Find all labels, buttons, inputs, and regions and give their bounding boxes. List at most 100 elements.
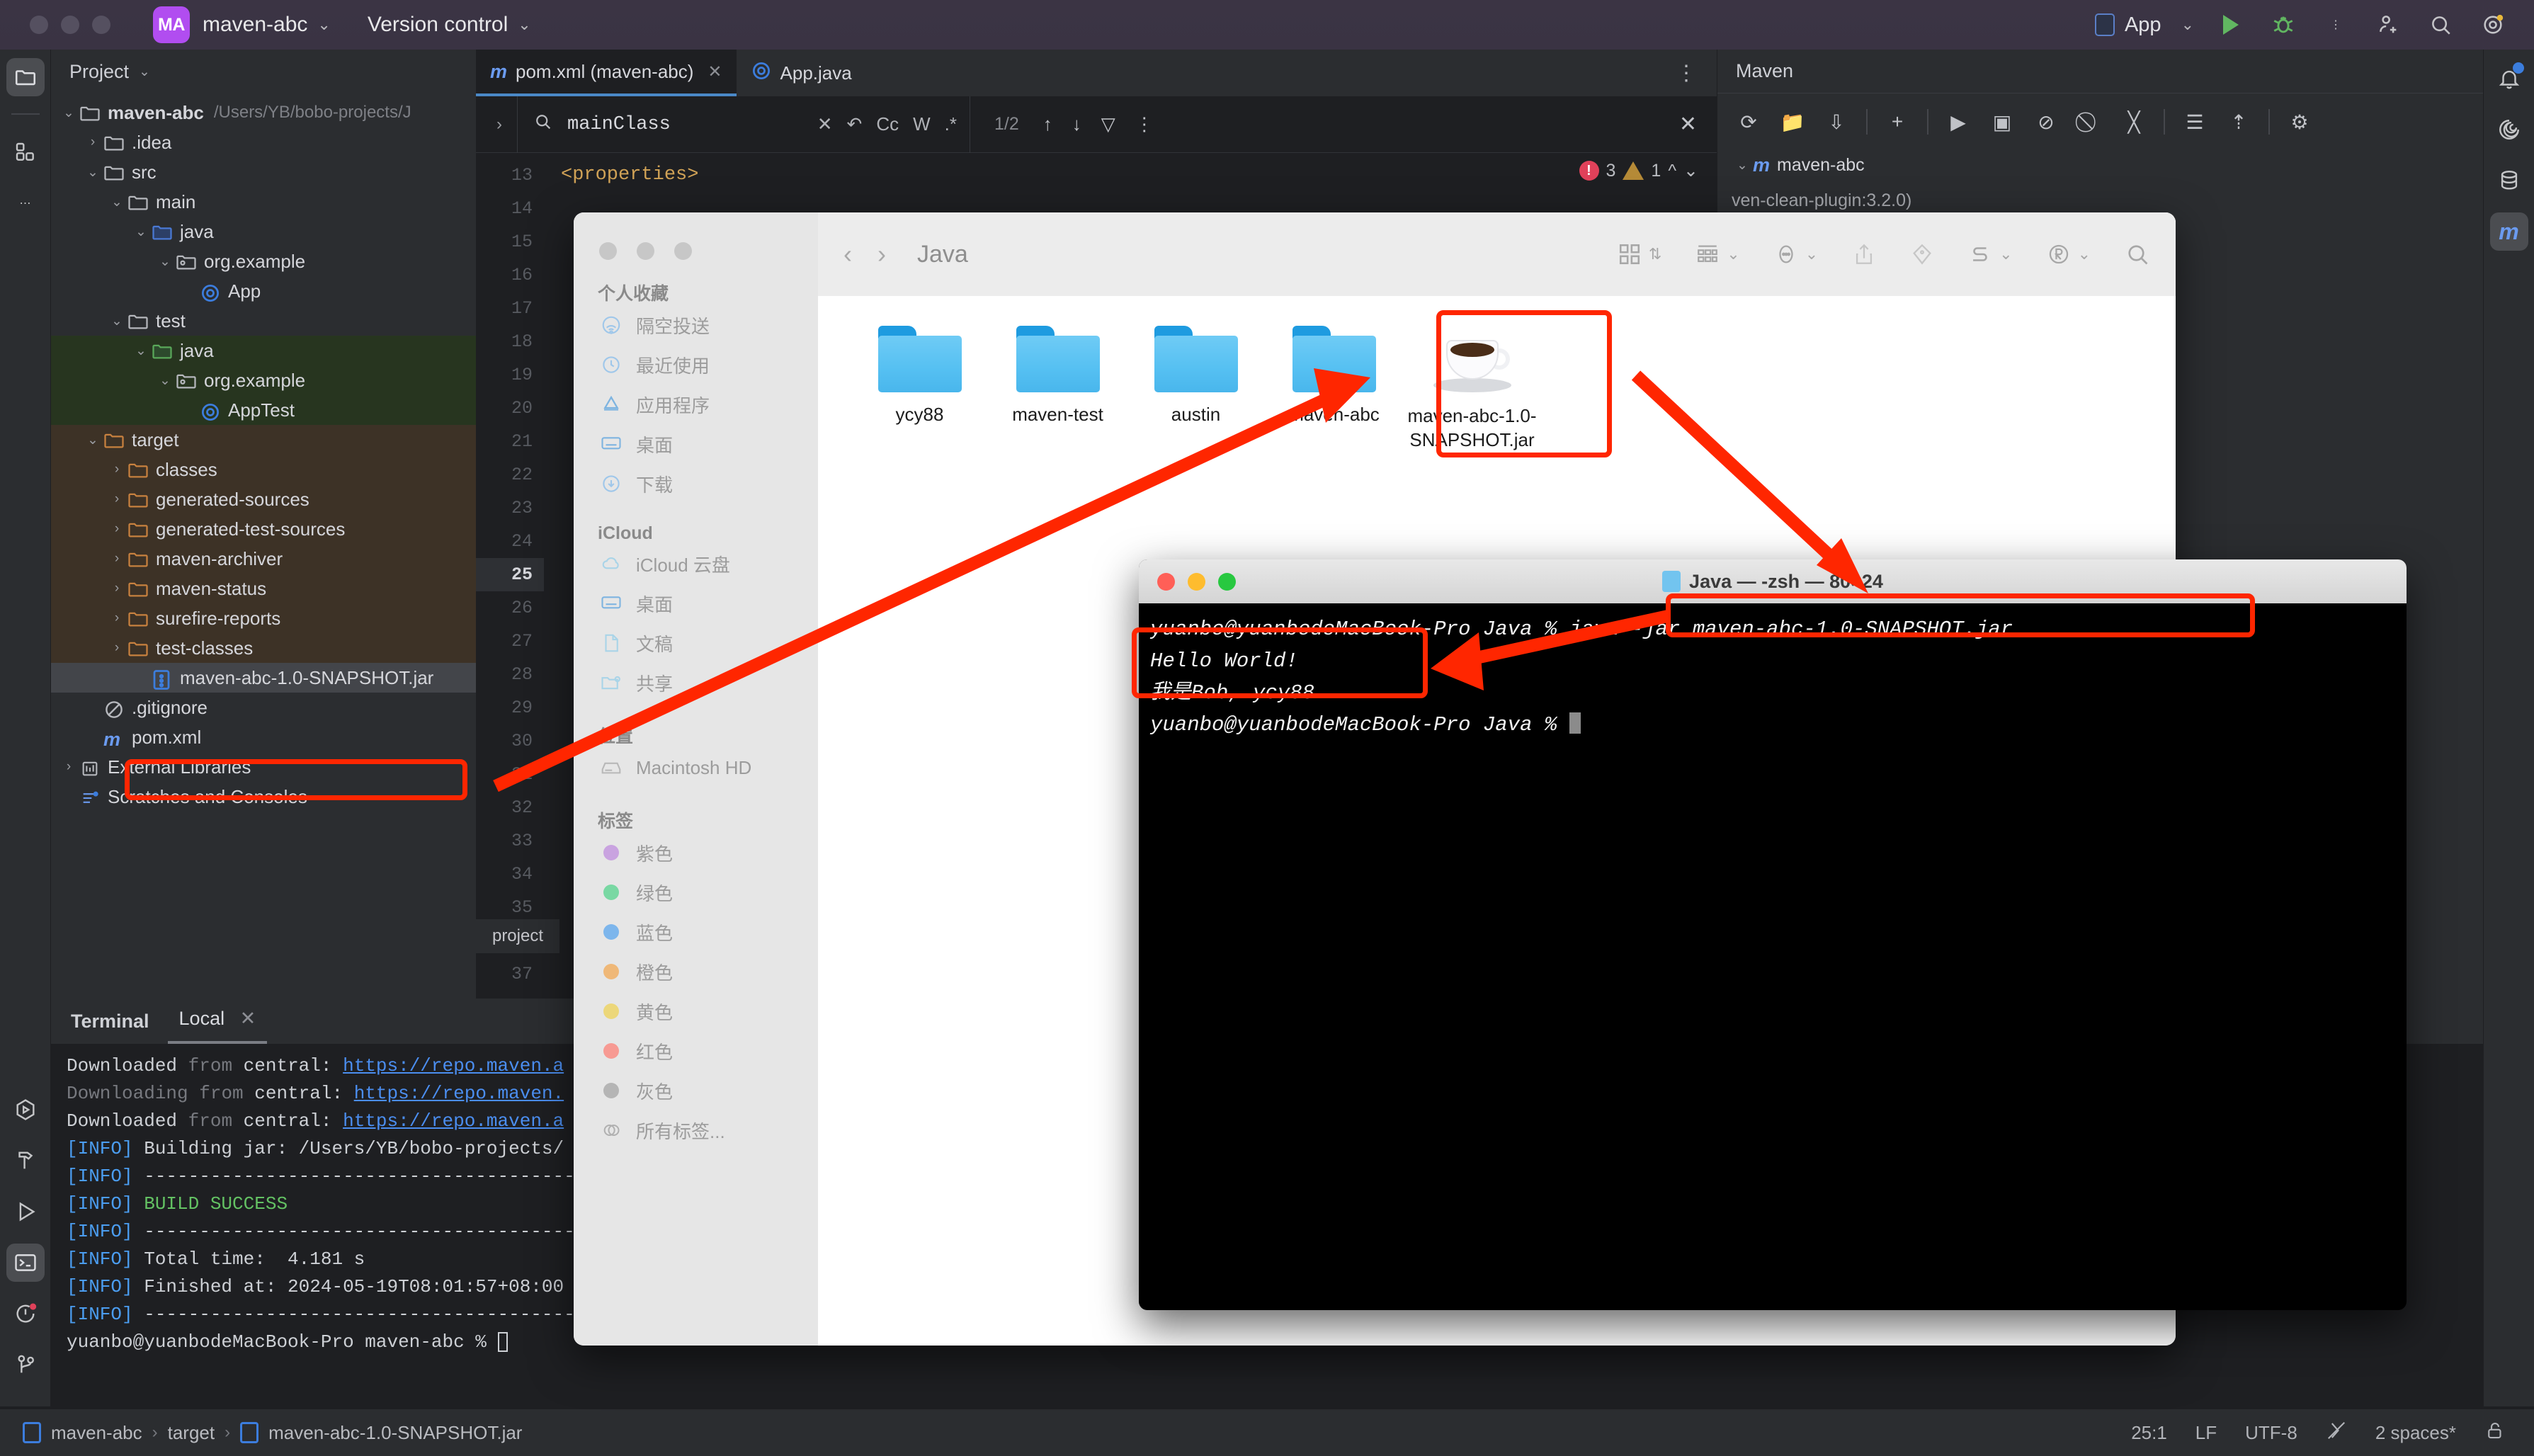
sidebar-item-services[interactable] xyxy=(6,1091,45,1129)
tree-item-org-example[interactable]: ⌄ org.example xyxy=(51,246,476,276)
chevron-down-icon[interactable]: ⌄ xyxy=(106,194,127,210)
tree-item-java[interactable]: ⌄ java xyxy=(51,336,476,365)
finder-sidebar-item-蓝色[interactable]: 蓝色 xyxy=(574,912,818,952)
reload-project-icon[interactable]: 📁 xyxy=(1778,108,1807,136)
chevron-down-icon[interactable]: ⌄ xyxy=(106,313,127,329)
maximize-window-button[interactable] xyxy=(92,16,110,34)
project-name-label[interactable]: maven-abc xyxy=(203,13,307,37)
maven-settings-gear-icon[interactable]: ⚙ xyxy=(2285,108,2314,136)
chevron-right-icon[interactable]: › xyxy=(106,462,127,477)
tree-item-generated-test-sources[interactable]: › generated-test-sources xyxy=(51,514,476,544)
maven-root-node[interactable]: ⌄ m maven-abc xyxy=(1732,150,2483,180)
toggle-offline-icon[interactable]: ⊘ xyxy=(2032,108,2060,136)
close-window-button[interactable] xyxy=(30,16,48,34)
more-actions-icon[interactable]: ⋮ xyxy=(2320,9,2351,40)
settings-gear-icon[interactable] xyxy=(2477,9,2509,40)
sidebar-item-terminal[interactable] xyxy=(6,1244,45,1282)
terminal-segment[interactable]: https://repo.maven.a xyxy=(343,1110,564,1132)
regex-wrap-icon[interactable]: ↶ xyxy=(847,113,863,135)
chevron-right-icon[interactable]: › xyxy=(106,610,127,626)
skip-tests-icon[interactable]: ⃠ xyxy=(2076,108,2104,136)
maven-tool-icon[interactable]: m xyxy=(2489,212,2528,251)
line-separator[interactable]: LF xyxy=(2195,1422,2217,1444)
edit-actions-icon[interactable]: ⌄ xyxy=(1968,242,2013,266)
chevron-down-icon[interactable]: ⌄ xyxy=(154,372,176,389)
finder-item-maven-abc-1-0-snapshot-jar[interactable]: maven-abc-1.0- SNAPSHOT.jar xyxy=(1403,326,1541,452)
breadcrumb[interactable]: maven-abc › target › maven-abc-1.0-SNAPS… xyxy=(23,1422,522,1444)
download-sources-icon[interactable]: ⇩ xyxy=(1822,108,1851,136)
close-icon[interactable]: ✕ xyxy=(240,1008,256,1029)
window-traffic-lights[interactable] xyxy=(30,16,110,34)
tree-item-surefire-reports[interactable]: › surefire-reports xyxy=(51,603,476,633)
finder-sidebar-item-灰色[interactable]: 灰色 xyxy=(574,1071,818,1110)
view-group-icon[interactable]: ⌄ xyxy=(1695,242,1740,266)
editor-tab-app-java[interactable]: App.java xyxy=(737,50,866,96)
filter-icon[interactable]: ▽ xyxy=(1101,113,1115,135)
finder-sidebar-item-下载[interactable]: 下载 xyxy=(574,464,818,504)
chevron-down-icon[interactable]: ⌄ xyxy=(139,64,150,80)
tree-item-pom-xml[interactable]: m pom.xml xyxy=(51,722,476,752)
finder-sidebar-item-最近使用[interactable]: 最近使用 xyxy=(574,345,818,385)
terminal-session-tab-local[interactable]: Local ✕ xyxy=(167,1008,268,1044)
finder-close-button[interactable] xyxy=(599,242,617,260)
editor-tab-bar[interactable]: m pom.xml (maven-abc) ✕ App.java ⋮ xyxy=(476,50,1717,96)
minimize-window-button[interactable] xyxy=(61,16,79,34)
finder-sidebar-item-紫色[interactable]: 紫色 xyxy=(574,833,818,872)
finder-traffic-lights[interactable] xyxy=(574,212,818,260)
clear-search-icon[interactable]: ✕ xyxy=(817,113,833,135)
share-icon[interactable] xyxy=(1852,242,1876,266)
finder-sidebar-item-红色[interactable]: 红色 xyxy=(574,1031,818,1071)
project-panel-header[interactable]: Project ⌄ xyxy=(51,50,476,93)
expand-all-icon[interactable]: ⇡ xyxy=(2225,108,2253,136)
finder-minimize-button[interactable] xyxy=(637,242,654,260)
execute-maven-goal-icon[interactable]: ▣ xyxy=(1988,108,2016,136)
version-control-menu[interactable]: Version control xyxy=(368,13,508,37)
chevron-down-icon[interactable]: ⌄ xyxy=(317,16,330,34)
tree-item-src[interactable]: ⌄ src xyxy=(51,157,476,187)
run-configuration-selector[interactable]: App ⌄ xyxy=(2094,13,2194,37)
sidebar-item-more[interactable]: ⋯ xyxy=(6,184,45,222)
add-user-icon[interactable] xyxy=(2373,9,2404,40)
show-dependencies-icon[interactable]: ☰ xyxy=(2181,108,2209,136)
tree-item-target[interactable]: ⌄ target xyxy=(51,425,476,455)
breadcrumb-item-1[interactable]: target xyxy=(168,1422,215,1444)
search-icon[interactable] xyxy=(2425,9,2456,40)
finder-file-grid[interactable]: ycy88 maven-test austin maven-abc maven-abc-… xyxy=(818,296,2176,452)
tree-item-maven-archiver[interactable]: › maven-archiver xyxy=(51,544,476,574)
tree-item-main[interactable]: ⌄ main xyxy=(51,187,476,217)
tree-item-org-example[interactable]: ⌄ org.example xyxy=(51,365,476,395)
inspection-up-icon[interactable]: ^ xyxy=(1668,161,1676,181)
chevron-down-icon[interactable]: ⌄ xyxy=(130,224,152,240)
tree-item-apptest[interactable]: AppTest xyxy=(51,395,476,425)
finder-forward-icon[interactable]: › xyxy=(877,239,886,269)
finder-sidebar-item-桌面[interactable]: 桌面 xyxy=(574,584,818,623)
macos-terminal-output[interactable]: yuanbo@yuanbodeMacBook-Pro Java % java -… xyxy=(1139,603,2407,741)
finder-sidebar-item-所有标签[interactable]: 所有标签... xyxy=(574,1110,818,1150)
notifications-bell-icon[interactable] xyxy=(2490,59,2528,98)
finder-maximize-button[interactable] xyxy=(674,242,692,260)
tree-item-test[interactable]: ⌄ test xyxy=(51,306,476,336)
inspection-down-icon[interactable]: ⌄ xyxy=(1683,160,1698,181)
tree-item-external-libraries[interactable]: › External Libraries xyxy=(51,752,476,782)
chevron-right-icon[interactable]: › xyxy=(106,551,127,567)
project-tree[interactable]: ⌄ maven-abc/Users/YB/bobo-projects/J › .ide… xyxy=(51,93,476,812)
rights-icon[interactable]: ⌄ xyxy=(2047,242,2091,266)
editor-tab-pom-xml-maven-abc-[interactable]: m pom.xml (maven-abc) ✕ xyxy=(476,50,737,96)
chevron-right-icon[interactable]: › xyxy=(82,135,103,150)
chevron-right-icon[interactable]: › xyxy=(58,759,79,775)
sidebar-item-problems[interactable] xyxy=(6,1295,45,1333)
finder-item-ycy88[interactable]: ycy88 xyxy=(851,326,989,452)
sidebar-item-run[interactable] xyxy=(6,1193,45,1231)
view-icon-grid-icon[interactable]: ⇅ xyxy=(1618,242,1661,266)
chevron-right-icon[interactable]: › xyxy=(106,640,127,656)
finder-sidebar-item-黄色[interactable]: 黄色 xyxy=(574,991,818,1031)
sidebar-item-version-control[interactable] xyxy=(6,1346,45,1384)
reload-all-projects-icon[interactable]: ⟳ xyxy=(1734,108,1763,136)
breadcrumb-item-2[interactable]: maven-abc-1.0-SNAPSHOT.jar xyxy=(268,1422,522,1444)
add-maven-project-icon[interactable]: + xyxy=(1883,108,1911,136)
chevron-down-icon[interactable]: ⌄ xyxy=(82,164,103,181)
chevron-down-icon[interactable]: ⌄ xyxy=(130,343,152,359)
expand-find-icon[interactable]: › xyxy=(482,115,517,135)
finder-sidebar-item-文稿[interactable]: 文稿 xyxy=(574,623,818,663)
finder-item-austin[interactable]: austin xyxy=(1127,326,1265,452)
